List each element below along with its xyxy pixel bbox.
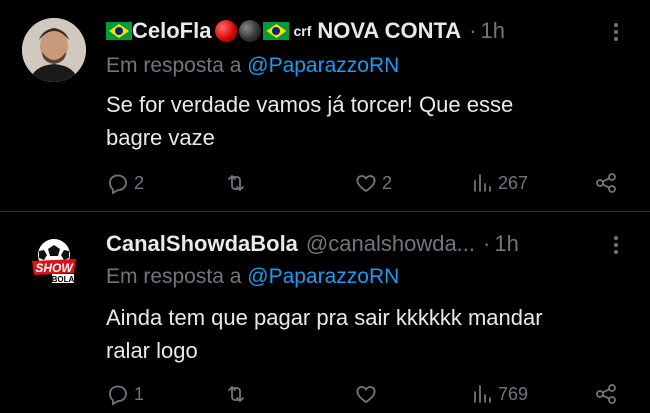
timestamp[interactable]: 1h [481, 18, 505, 44]
tweet[interactable]: SHOW BOLA CanalShowdaBola @canalshowda..… [0, 213, 650, 413]
user-handle[interactable]: @canalshowda... [306, 231, 475, 257]
timestamp[interactable]: 1h [494, 231, 518, 257]
brazil-flag-icon [263, 22, 290, 40]
separator-dot: · [483, 231, 491, 256]
avatar[interactable]: SHOW BOLA [22, 231, 86, 295]
reply-icon [109, 385, 127, 406]
tweet-text-line: Se for verdade vamos já torcer! Que esse [106, 92, 514, 117]
reply-mention-link[interactable]: @PaparazzoRN [247, 265, 399, 288]
tweet[interactable]: CeloFla crf NOVA CONTA · 1h Em resposta … [0, 0, 650, 212]
action-bar: 2 2 267 [106, 168, 626, 198]
tweet-divider [0, 211, 650, 212]
like-button[interactable] [354, 379, 382, 409]
logo-text-bola: BOLA [52, 275, 75, 284]
retweet-icon [228, 175, 244, 191]
action-bar: 1 769 [106, 379, 626, 409]
avatar[interactable] [22, 18, 86, 82]
separator-dot: · [469, 18, 477, 43]
share-icon [596, 384, 616, 404]
show-da-bola-logo-icon: SHOW BOLA [22, 231, 86, 295]
reply-count: 1 [134, 383, 145, 404]
tweet-text-line: bagre vaze [106, 125, 215, 150]
like-icon [356, 386, 376, 404]
red-ball-icon [215, 20, 238, 42]
more-icon[interactable] [608, 20, 624, 44]
reply-button[interactable]: 2 [106, 168, 144, 198]
views-button[interactable]: 267 [470, 168, 528, 198]
reply-icon [109, 174, 127, 195]
display-name[interactable]: CeloFla [132, 18, 211, 44]
tweet-text: Se for verdade vamos já torcer! Que esse… [106, 88, 636, 154]
logo-text-show: SHOW [35, 261, 74, 275]
display-name-suffix: NOVA CONTA [317, 18, 462, 43]
reply-prefix: Em resposta a [106, 54, 242, 77]
display-name[interactable]: CanalShowdaBola [106, 231, 298, 257]
name-superscript: crf [293, 23, 312, 39]
retweet-button[interactable] [224, 168, 252, 198]
tweet-header: CeloFla crf NOVA CONTA · 1h [106, 14, 590, 48]
share-icon [596, 173, 616, 193]
like-count: 2 [382, 172, 393, 193]
reply-context: Em resposta a @PaparazzoRN [106, 54, 399, 78]
retweet-button[interactable] [224, 379, 252, 409]
tweet-text: Ainda tem que pagar pra sair kkkkkk mand… [106, 301, 636, 367]
tweet-header: CanalShowdaBola @canalshowda... · 1h [106, 227, 590, 261]
black-ball-icon [239, 20, 262, 42]
reply-mention-link[interactable]: @PaparazzoRN [247, 54, 399, 77]
avatar-photo [22, 18, 86, 82]
views-icon [474, 174, 491, 192]
views-count: 267 [498, 172, 529, 193]
retweet-icon [228, 386, 244, 402]
tweet-text-line: Ainda tem que pagar pra sair kkkkkk mand… [106, 305, 543, 330]
reply-count: 2 [134, 172, 145, 193]
brazil-flag-icon [106, 22, 132, 40]
reply-prefix: Em resposta a [106, 265, 242, 288]
reply-context: Em resposta a @PaparazzoRN [106, 265, 399, 289]
like-icon [356, 175, 376, 193]
tweet-text-line: ralar logo [106, 338, 198, 363]
share-button[interactable] [594, 168, 618, 198]
views-icon [474, 385, 491, 403]
share-button[interactable] [594, 379, 618, 409]
views-button[interactable]: 769 [470, 379, 528, 409]
reply-button[interactable]: 1 [106, 379, 144, 409]
more-icon[interactable] [608, 233, 624, 257]
views-count: 769 [498, 383, 529, 404]
like-button[interactable]: 2 [354, 168, 392, 198]
